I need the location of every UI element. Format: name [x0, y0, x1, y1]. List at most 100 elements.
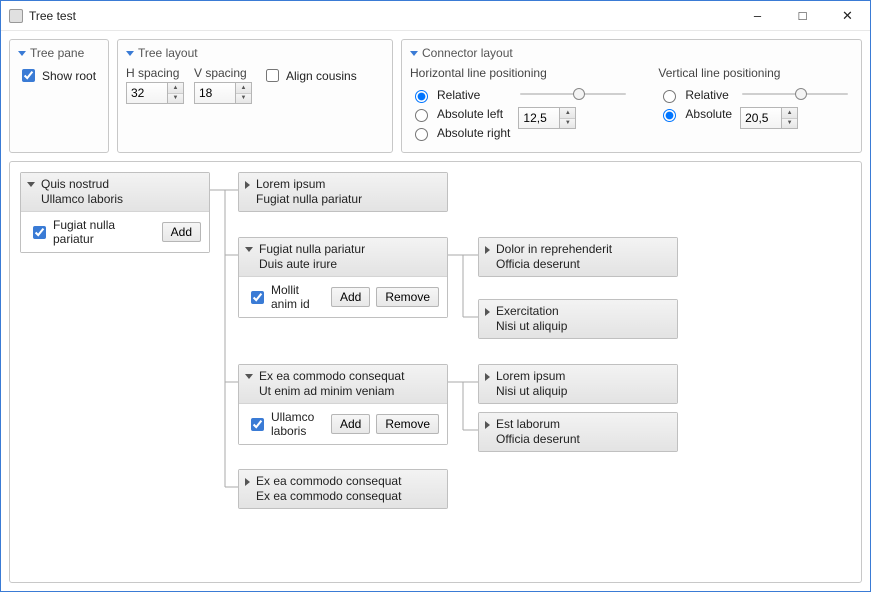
h-abs-right-label: Absolute right [437, 126, 510, 140]
v-absolute-radio[interactable]: Absolute [658, 106, 732, 122]
align-cousins-checkbox[interactable]: Align cousins [262, 66, 357, 85]
expand-icon[interactable] [485, 373, 490, 381]
h-abs-left-label: Absolute left [437, 107, 503, 121]
v-slider[interactable] [740, 87, 850, 101]
show-root-checkbox[interactable]: Show root [18, 66, 100, 85]
v-value-input[interactable] [741, 108, 781, 128]
horizontal-label: Horizontal line positioning [410, 66, 628, 80]
tree-node-c: Ex ea commodo consequat Ut enim ad minim… [238, 364, 448, 445]
align-cousins-label: Align cousins [286, 69, 357, 83]
group-title: Connector layout [422, 46, 513, 60]
h-spacing-input[interactable] [127, 83, 167, 103]
spin-down-icon[interactable]: ▼ [168, 94, 183, 104]
v-value-spinner[interactable]: ▲▼ [740, 107, 798, 129]
slider-thumb[interactable] [573, 88, 585, 100]
app-icon [9, 9, 23, 23]
show-root-label: Show root [42, 69, 96, 83]
h-spacing-spinner[interactable]: ▲▼ [126, 82, 184, 104]
add-button[interactable]: Add [331, 287, 370, 307]
vertical-label: Vertical line positioning [658, 66, 850, 80]
spin-up-icon[interactable]: ▲ [168, 83, 183, 94]
tree-node-a: Lorem ipsum Fugiat nulla pariatur [238, 172, 448, 212]
expand-icon[interactable] [485, 246, 490, 254]
spin-down-icon[interactable]: ▼ [782, 119, 797, 129]
node-title-line2: Officia deserunt [496, 257, 612, 272]
v-relative-label: Relative [685, 88, 728, 102]
show-root-input[interactable] [22, 69, 35, 82]
expand-icon[interactable] [245, 478, 250, 486]
chevron-down-icon[interactable] [410, 51, 418, 56]
group-connector-layout: Connector layout Horizontal line positio… [401, 39, 862, 153]
remove-button[interactable]: Remove [376, 414, 439, 434]
close-button[interactable]: ✕ [825, 1, 870, 30]
tree-node-c2: Est laborum Officia deserunt [478, 412, 678, 452]
h-slider[interactable] [518, 87, 628, 101]
align-cousins-input[interactable] [266, 69, 279, 82]
node-title-line2: Ut enim ad minim veniam [259, 384, 404, 399]
tree-node-b2: Exercitation Nisi ut aliquip [478, 299, 678, 339]
node-title-line2: Officia deserunt [496, 432, 580, 447]
tree-node-c1: Lorem ipsum Nisi ut aliquip [478, 364, 678, 404]
expand-icon[interactable] [485, 308, 490, 316]
node-title-line1: Exercitation [496, 304, 567, 319]
h-relative-radio[interactable]: Relative [410, 87, 510, 103]
chevron-down-icon[interactable] [18, 51, 26, 56]
node-option-label: Mollit anim id [271, 283, 325, 311]
node-title-line2: Duis aute irure [259, 257, 365, 272]
node-title-line2: Nisi ut aliquip [496, 319, 567, 334]
spin-up-icon[interactable]: ▲ [560, 108, 575, 119]
titlebar: Tree test – □ ✕ [1, 1, 870, 31]
add-button[interactable]: Add [162, 222, 201, 242]
node-title-line2: Nisi ut aliquip [496, 384, 567, 399]
group-tree-pane: Tree pane Show root [9, 39, 109, 153]
node-title-line1: Est laborum [496, 417, 580, 432]
expand-icon[interactable] [245, 247, 253, 252]
spin-down-icon[interactable]: ▼ [236, 94, 251, 104]
h-abs-left-radio[interactable]: Absolute left [410, 106, 510, 122]
node-title-line1: Ex ea commodo consequat [259, 369, 404, 384]
h-spacing-label: H spacing [126, 66, 184, 80]
node-title-line1: Fugiat nulla pariatur [259, 242, 365, 257]
spin-up-icon[interactable]: ▲ [782, 108, 797, 119]
tree-node-b: Fugiat nulla pariatur Duis aute irure Mo… [238, 237, 448, 318]
v-relative-radio[interactable]: Relative [658, 87, 732, 103]
expand-icon[interactable] [485, 421, 490, 429]
slider-thumb[interactable] [795, 88, 807, 100]
expand-icon[interactable] [245, 374, 253, 379]
node-title-line2: Ex ea commodo consequat [256, 489, 401, 504]
v-absolute-label: Absolute [685, 107, 732, 121]
node-title-line1: Lorem ipsum [256, 177, 362, 192]
group-title: Tree layout [138, 46, 198, 60]
node-title-line2: Ullamco laboris [41, 192, 123, 207]
maximize-button[interactable]: □ [780, 1, 825, 30]
node-title-line1: Ex ea commodo consequat [256, 474, 401, 489]
add-button[interactable]: Add [331, 414, 370, 434]
v-spacing-label: V spacing [194, 66, 252, 80]
node-title-line1: Dolor in reprehenderit [496, 242, 612, 257]
tree-node-b1: Dolor in reprehenderit Officia deserunt [478, 237, 678, 277]
group-tree-layout: Tree layout H spacing ▲▼ V spacing [117, 39, 393, 153]
spin-up-icon[interactable]: ▲ [236, 83, 251, 94]
v-spacing-spinner[interactable]: ▲▼ [194, 82, 252, 104]
node-option-checkbox[interactable]: Mollit anim id [247, 283, 325, 311]
h-relative-label: Relative [437, 88, 480, 102]
tree-area: Quis nostrud Ullamco laboris Fugiat null… [9, 161, 862, 583]
minimize-button[interactable]: – [735, 1, 780, 30]
remove-button[interactable]: Remove [376, 287, 439, 307]
node-title-line1: Quis nostrud [41, 177, 123, 192]
spin-down-icon[interactable]: ▼ [560, 119, 575, 129]
node-option-label: Ullamco laboris [271, 410, 325, 438]
tree-node-root: Quis nostrud Ullamco laboris Fugiat null… [20, 172, 210, 253]
node-option-checkbox[interactable]: Fugiat nulla pariatur [29, 218, 156, 246]
tree-node-d: Ex ea commodo consequat Ex ea commodo co… [238, 469, 448, 509]
node-option-checkbox[interactable]: Ullamco laboris [247, 410, 325, 438]
window-title: Tree test [29, 9, 76, 23]
expand-icon[interactable] [245, 181, 250, 189]
h-value-input[interactable] [519, 108, 559, 128]
expand-icon[interactable] [27, 182, 35, 187]
group-title: Tree pane [30, 46, 84, 60]
v-spacing-input[interactable] [195, 83, 235, 103]
chevron-down-icon[interactable] [126, 51, 134, 56]
h-value-spinner[interactable]: ▲▼ [518, 107, 576, 129]
h-abs-right-radio[interactable]: Absolute right [410, 125, 510, 141]
